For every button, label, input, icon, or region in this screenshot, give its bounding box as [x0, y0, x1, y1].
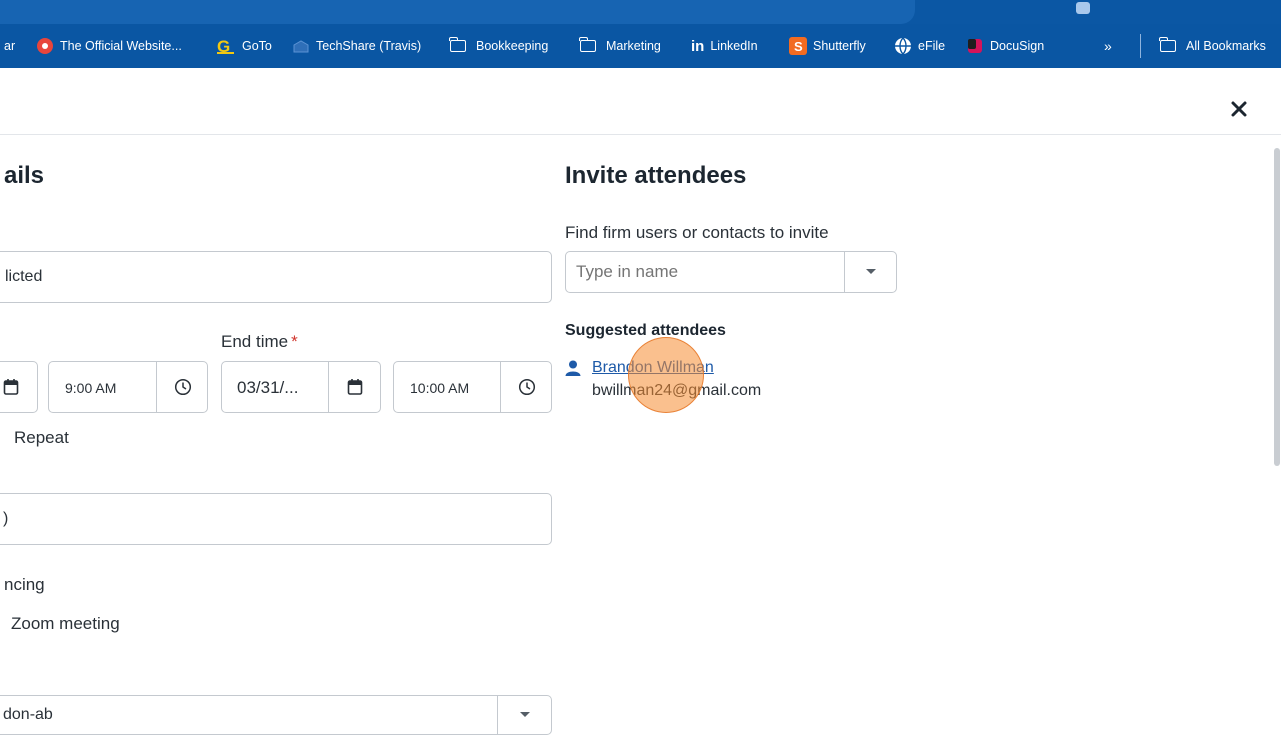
bookmarks-bar: ar The Official Website... G GoTo TechSh…: [0, 24, 1281, 68]
location-input[interactable]: ): [0, 493, 552, 545]
end-date-value: 03/31/...: [237, 378, 299, 397]
shutterfly-icon: S: [789, 37, 807, 55]
bookmark-label: Shutterfly: [813, 39, 866, 53]
calendar-select-toggle[interactable]: [497, 696, 551, 734]
bookmark-label: GoTo: [242, 39, 272, 53]
bookmark-shutterfly[interactable]: S Shutterfly: [789, 24, 866, 68]
scrollbar-thumb[interactable]: [1274, 148, 1280, 466]
bookmark-label: eFile: [918, 39, 946, 53]
folder-icon: [449, 37, 466, 52]
chevron-down-icon: [866, 269, 876, 274]
end-date-field[interactable]: 03/31/...: [221, 361, 381, 413]
bookmark-label: DocuSign: [990, 39, 1045, 53]
close-button[interactable]: [1226, 96, 1252, 122]
calendar-select[interactable]: don-ab: [0, 695, 552, 735]
chevron-down-icon: [519, 712, 530, 717]
bookmark-label: ar: [4, 39, 16, 53]
end-time-clock-button[interactable]: [500, 362, 552, 412]
docusign-icon: [966, 37, 984, 55]
all-bookmarks-button[interactable]: All Bookmarks: [1159, 24, 1266, 68]
linkedin-icon: in: [691, 37, 705, 55]
start-time-clock-button[interactable]: [156, 362, 208, 412]
browser-tab-strip: [0, 0, 1281, 24]
bookmark-goto[interactable]: G GoTo: [216, 24, 272, 68]
bookmark-docusign[interactable]: DocuSign: [966, 24, 1044, 68]
start-time-field[interactable]: 9:00 AM: [48, 361, 208, 413]
bookmark-label: Marketing: [606, 39, 661, 53]
svg-text:S: S: [794, 39, 803, 54]
location-value: ): [3, 510, 9, 527]
title-value: licted: [5, 268, 43, 285]
end-time-label-text: End time: [221, 332, 289, 351]
end-time-label: End time *: [221, 332, 298, 352]
start-time-value: 9:00 AM: [65, 380, 117, 396]
end-date-calendar-button[interactable]: [328, 362, 381, 412]
bookmark-linkedin[interactable]: in LinkedIn: [691, 24, 758, 68]
repeat-checkbox-label[interactable]: Repeat: [14, 428, 69, 448]
bookmark-techshare[interactable]: TechShare (Travis): [292, 24, 421, 68]
calendar-icon: [347, 379, 363, 395]
find-contacts-dropdown-toggle[interactable]: [844, 252, 897, 292]
invite-attendees-title: Invite attendees: [565, 162, 747, 189]
globe-icon: [894, 37, 912, 55]
bookmark-label: The Official Website...: [60, 39, 182, 53]
end-time-field[interactable]: 10:00 AM: [393, 361, 552, 413]
bookmark-truncated[interactable]: ar: [4, 24, 15, 68]
bookmark-bookkeeping[interactable]: Bookkeeping: [449, 24, 549, 68]
end-time-value: 10:00 AM: [410, 380, 470, 396]
find-contacts-label: Find firm users or contacts to invite: [565, 223, 829, 242]
dialog-header: [0, 68, 1281, 135]
bookmarks-separator: [1140, 34, 1141, 58]
start-date-field[interactable]: [0, 361, 38, 413]
suggested-attendees-title: Suggested attendees: [565, 322, 726, 339]
folder-icon: [579, 37, 596, 52]
details-section-title: ails: [4, 162, 45, 189]
goto-logo-icon: G: [216, 37, 236, 55]
bookmark-efile[interactable]: eFile: [894, 24, 945, 68]
bookmarks-overflow-button[interactable]: »: [1104, 24, 1112, 68]
calendar-select-value: don-ab: [3, 706, 53, 723]
folder-icon: [1159, 37, 1176, 52]
bookmark-official-website[interactable]: The Official Website...: [36, 24, 182, 68]
building-icon: [292, 38, 310, 54]
bookmark-label: Bookkeeping: [476, 39, 549, 53]
title-input[interactable]: licted: [0, 251, 552, 303]
suggested-attendee-link[interactable]: Brandon Willman: [592, 359, 714, 377]
close-icon: [1231, 101, 1247, 117]
required-marker: *: [291, 332, 298, 351]
active-tab[interactable]: [0, 0, 915, 24]
person-icon: [565, 360, 581, 381]
suggested-attendee-email: bwillman24@gmail.com: [592, 382, 762, 399]
zoom-meeting-option[interactable]: Zoom meeting: [11, 614, 120, 634]
clock-icon: [518, 378, 535, 396]
chevron-double-right-icon: »: [1104, 38, 1112, 54]
bookmark-label: LinkedIn: [710, 39, 758, 53]
all-bookmarks-label: All Bookmarks: [1186, 39, 1266, 53]
bookmark-marketing[interactable]: Marketing: [579, 24, 661, 68]
conferencing-label: ncing: [4, 575, 45, 594]
calendar-icon[interactable]: [3, 378, 19, 401]
red-circle-icon: [36, 37, 54, 55]
clock-icon: [174, 378, 191, 396]
find-contacts-input[interactable]: [576, 259, 836, 285]
tab-indicator-icon: [1076, 2, 1090, 14]
bookmark-label: TechShare (Travis): [316, 39, 422, 53]
find-contacts-combobox[interactable]: [565, 251, 897, 293]
